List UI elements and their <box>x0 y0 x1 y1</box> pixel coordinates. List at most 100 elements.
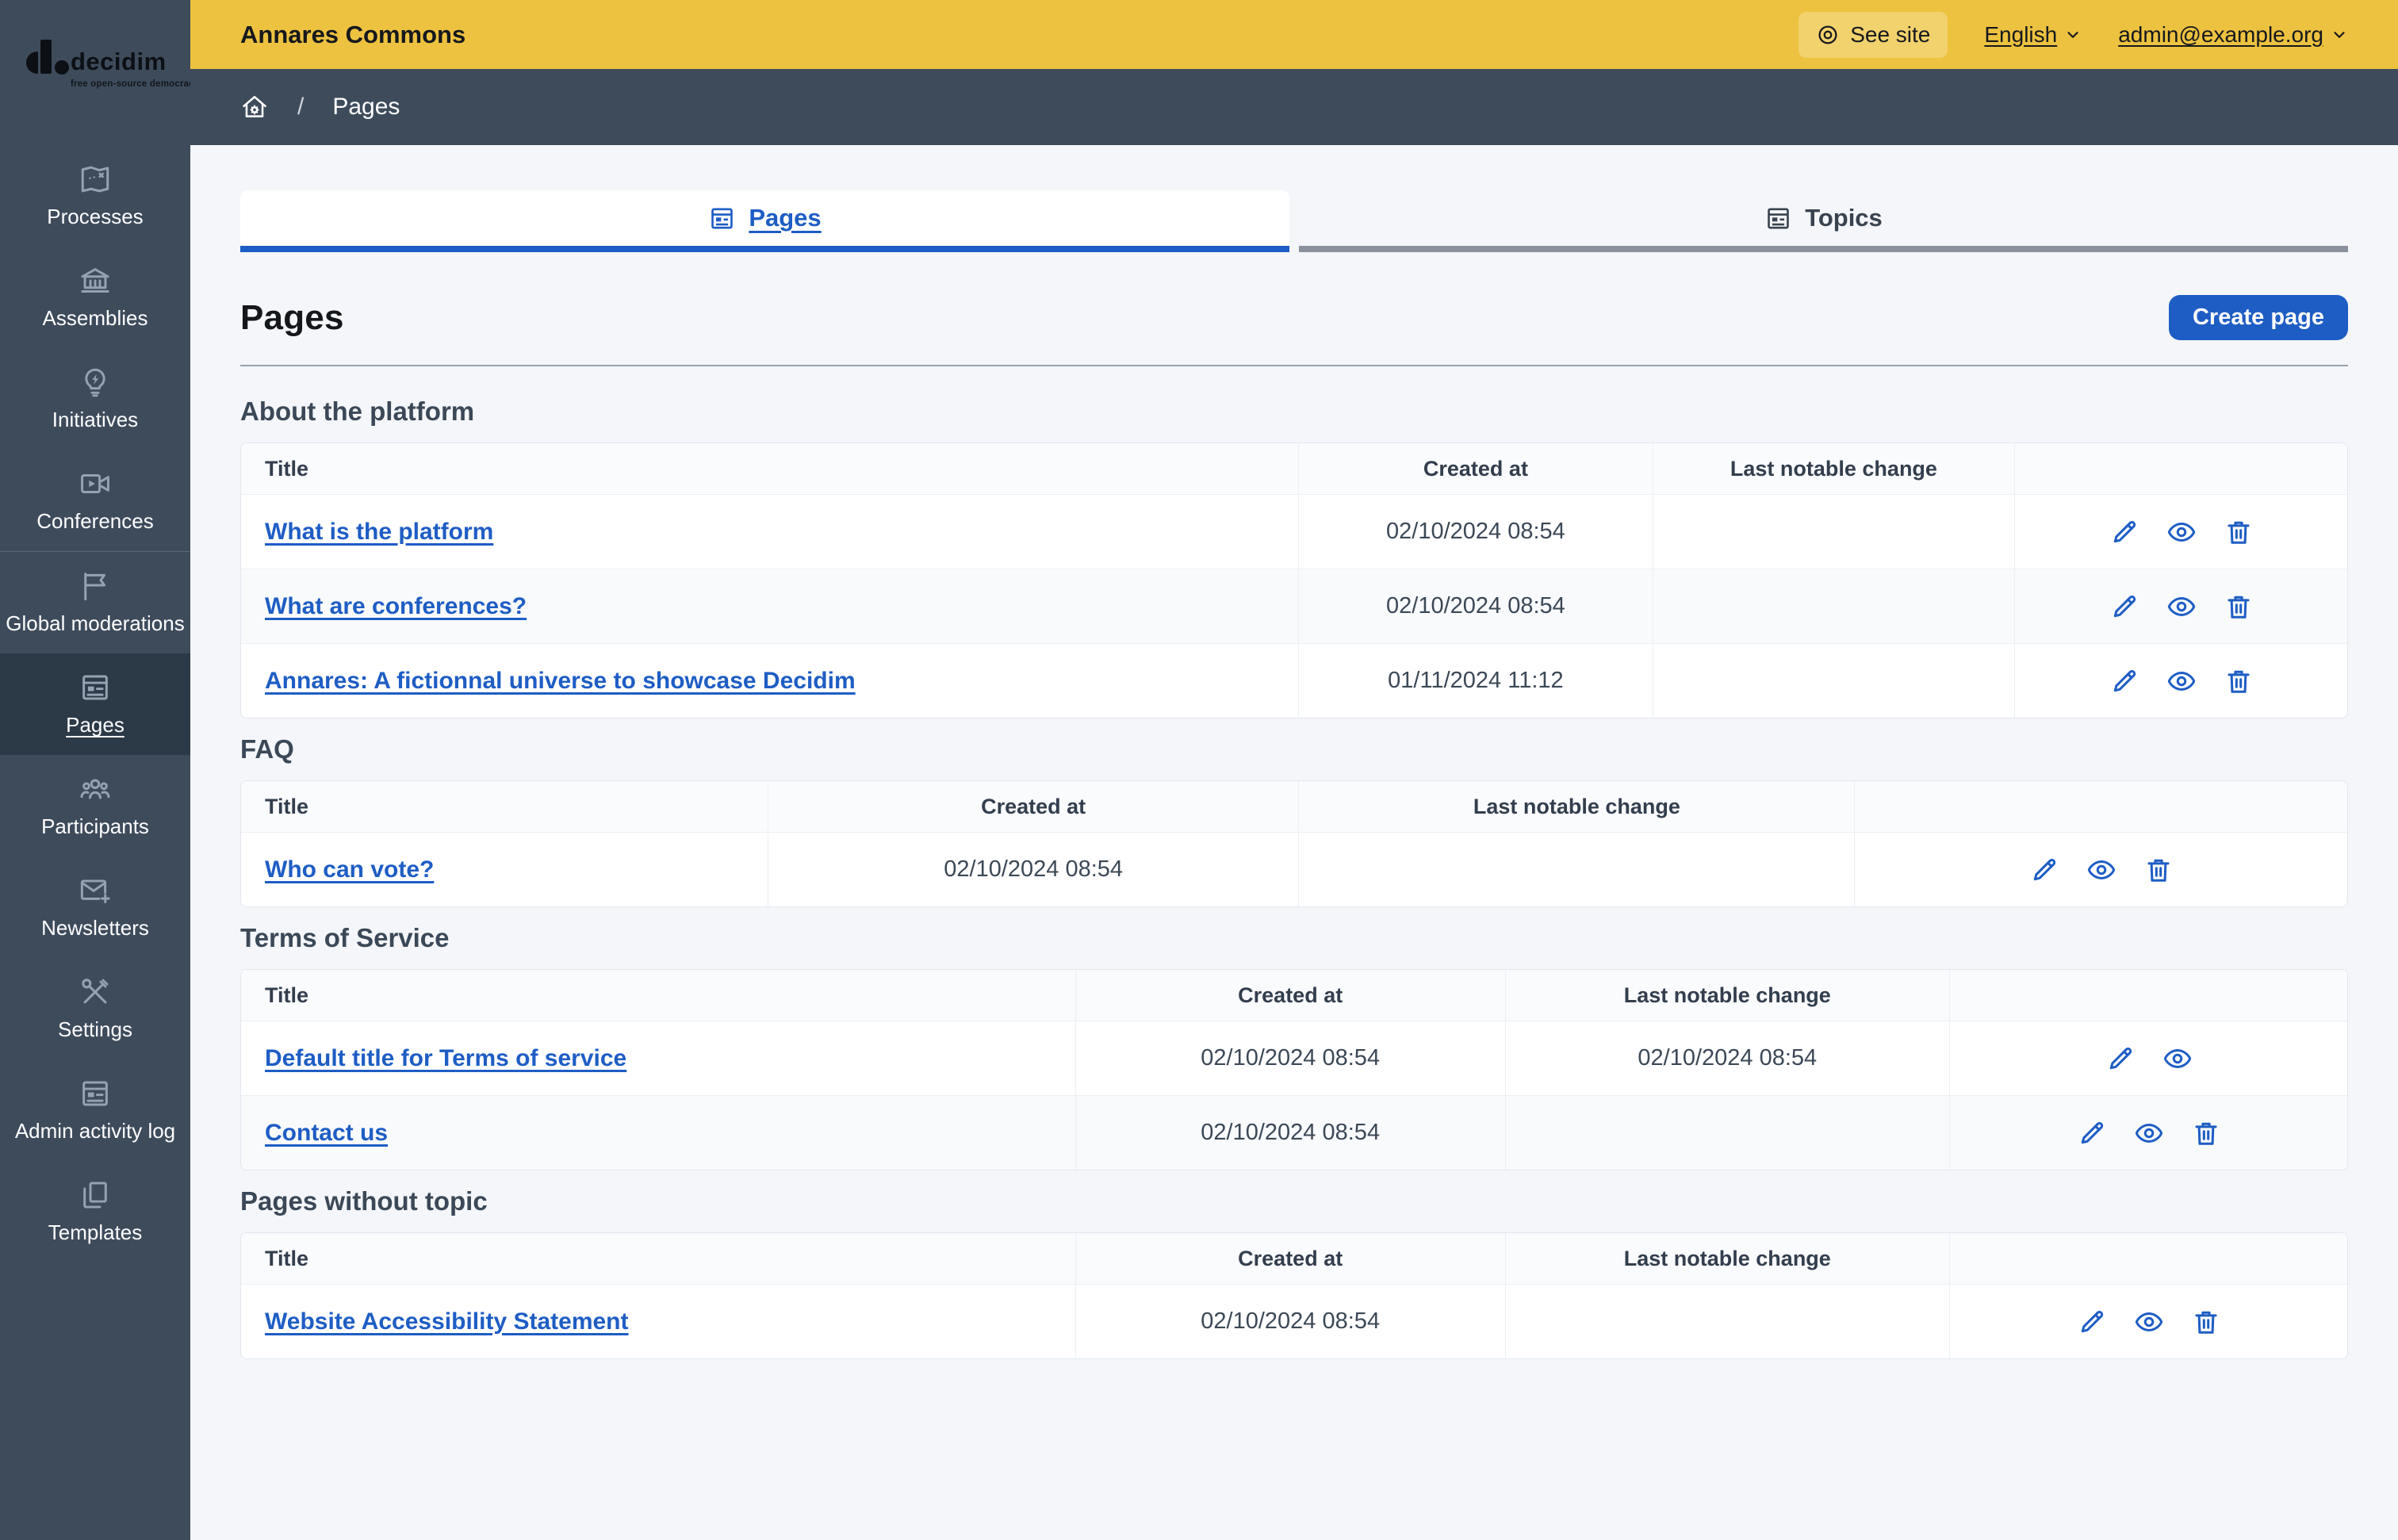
treasure-map-icon <box>81 166 109 193</box>
delete-button[interactable] <box>2191 1307 2221 1337</box>
chevron-down-icon <box>2064 26 2082 44</box>
see-site-button[interactable]: See site <box>1798 11 1948 58</box>
last-change-cell: 02/10/2024 08:54 <box>1504 1021 1949 1095</box>
pencil-icon <box>2109 1047 2132 1069</box>
preview-button[interactable] <box>2166 592 2197 622</box>
pages-table: Title Created at Last notable change Wha… <box>240 442 2348 718</box>
delete-button[interactable] <box>2224 666 2254 696</box>
sidebar-item-global-moderations[interactable]: Global moderations <box>0 552 190 653</box>
sidebar-item-settings[interactable]: Settings <box>0 958 190 1059</box>
pencil-icon <box>2081 1310 2103 1332</box>
tab-pages[interactable]: Pages <box>240 190 1289 252</box>
main-content: Pages Topics Pages Create page About the… <box>190 145 2398 1540</box>
created-at-cell: 02/10/2024 08:54 <box>1075 1095 1505 1170</box>
user-email: admin@example.org <box>2118 21 2323 47</box>
preview-button[interactable] <box>2086 855 2116 885</box>
see-site-label: See site <box>1850 21 1931 47</box>
column-header-actions <box>2014 443 2347 494</box>
page-title-cell: Website Accessibility Statement <box>241 1284 1075 1358</box>
table-row: Who can vote? 02/10/2024 08:54 <box>241 832 2347 906</box>
user-menu[interactable]: admin@example.org <box>2118 22 2348 48</box>
column-header-created-at: Created at <box>768 781 1299 832</box>
eye-target-icon <box>1816 23 1840 47</box>
page-title-cell: What are conferences? <box>241 569 1299 643</box>
sidebar-item-label: Processes <box>47 205 144 228</box>
created-at-cell: 01/11/2024 11:12 <box>1298 643 1653 718</box>
delete-button[interactable] <box>2143 855 2174 885</box>
last-change-cell <box>1504 1095 1949 1170</box>
page-link[interactable]: Website Accessibility Statement <box>265 1308 629 1335</box>
sidebar-item-conferences[interactable]: Conferences <box>0 450 190 551</box>
sidebar-item-label: Initiatives <box>52 408 139 431</box>
sidebar-item-label: Pages <box>66 713 124 737</box>
create-page-button[interactable]: Create page <box>2168 295 2348 340</box>
tab-topics[interactable]: Topics <box>1299 190 2348 252</box>
created-at-cell: 02/10/2024 08:54 <box>1298 494 1653 569</box>
preview-button[interactable] <box>2162 1044 2193 1074</box>
article-icon <box>708 205 736 232</box>
sidebar-item-pages[interactable]: Pages <box>0 653 190 755</box>
page-link[interactable]: Default title for Terms of service <box>265 1045 626 1071</box>
eye-icon <box>2167 671 2195 691</box>
column-header-actions <box>1854 781 2347 832</box>
pencil-icon <box>2113 669 2136 691</box>
page-sections: About the platform Title Created at Last… <box>240 396 2348 1359</box>
preview-button[interactable] <box>2166 666 2197 696</box>
page-link[interactable]: Who can vote? <box>265 856 434 883</box>
edit-button[interactable] <box>2029 855 2059 885</box>
edit-button[interactable] <box>2077 1307 2107 1337</box>
delete-button[interactable] <box>2191 1118 2221 1148</box>
logo-brand: decidim <box>71 48 167 75</box>
page-title-cell: Annares: A fictionnal universe to showca… <box>241 643 1299 718</box>
page-link[interactable]: Annares: A fictionnal universe to showca… <box>265 668 856 694</box>
delete-button[interactable] <box>2224 592 2254 622</box>
sidebar-item-admin-activity-log[interactable]: Admin activity log <box>0 1059 190 1161</box>
pencil-icon <box>2113 520 2136 542</box>
page-link[interactable]: Contact us <box>265 1120 388 1146</box>
edit-button[interactable] <box>2109 666 2139 696</box>
sidebar: decidim free open-source democracy Proce… <box>0 0 200 1540</box>
topbar: Annares Commons See site English admin@e… <box>190 0 2398 69</box>
edit-button[interactable] <box>2105 1044 2136 1074</box>
breadcrumb-current: Pages <box>332 94 400 120</box>
breadcrumb: / Pages <box>190 69 2398 145</box>
article-icon <box>1764 205 1792 232</box>
pages-section-about-the-platform: About the platform Title Created at Last… <box>240 396 2348 718</box>
column-header-last-change: Last notable change <box>1504 970 1949 1021</box>
sidebar-item-processes[interactable]: Processes <box>0 145 190 247</box>
column-header-last-change: Last notable change <box>1298 781 1855 832</box>
edit-button[interactable] <box>2109 592 2139 622</box>
page-title-cell: Contact us <box>241 1095 1075 1170</box>
sidebar-item-templates[interactable]: Templates <box>0 1161 190 1262</box>
column-header-created-at: Created at <box>1298 443 1653 494</box>
page-link[interactable]: What are conferences? <box>265 593 527 619</box>
sidebar-item-initiatives[interactable]: Initiatives <box>0 348 190 450</box>
mail-add-icon <box>80 879 110 904</box>
language-selector[interactable]: English <box>1984 22 2082 48</box>
sidebar-item-assemblies[interactable]: Assemblies <box>0 247 190 348</box>
sidebar-item-newsletters[interactable]: Newsletters <box>0 856 190 958</box>
preview-button[interactable] <box>2166 517 2197 547</box>
home-gear-icon[interactable] <box>240 93 269 121</box>
section-heading: FAQ <box>240 734 294 764</box>
table-row: What is the platform 02/10/2024 08:54 <box>241 494 2347 569</box>
video-camera-icon <box>81 474 109 493</box>
decidim-logo[interactable]: decidim free open-source democracy <box>0 0 200 145</box>
actions-cell <box>2014 643 2347 718</box>
column-header-last-change: Last notable change <box>1652 443 2015 494</box>
preview-button[interactable] <box>2134 1118 2164 1148</box>
eye-icon <box>2167 596 2195 616</box>
column-header-last-change: Last notable change <box>1504 1233 1949 1284</box>
delete-button[interactable] <box>2224 517 2254 547</box>
preview-button[interactable] <box>2134 1307 2164 1337</box>
edit-button[interactable] <box>2109 517 2139 547</box>
page-title-cell: Who can vote? <box>241 832 768 906</box>
tools-icon <box>82 979 109 1004</box>
page-link[interactable]: What is the platform <box>265 519 493 545</box>
edit-button[interactable] <box>2077 1118 2107 1148</box>
last-change-cell <box>1652 569 2015 643</box>
delete-bin-icon <box>2228 521 2250 544</box>
created-at-cell: 02/10/2024 08:54 <box>1075 1021 1505 1095</box>
logo-tagline: free open-source democracy <box>71 79 200 89</box>
sidebar-item-participants[interactable]: Participants <box>0 755 190 856</box>
